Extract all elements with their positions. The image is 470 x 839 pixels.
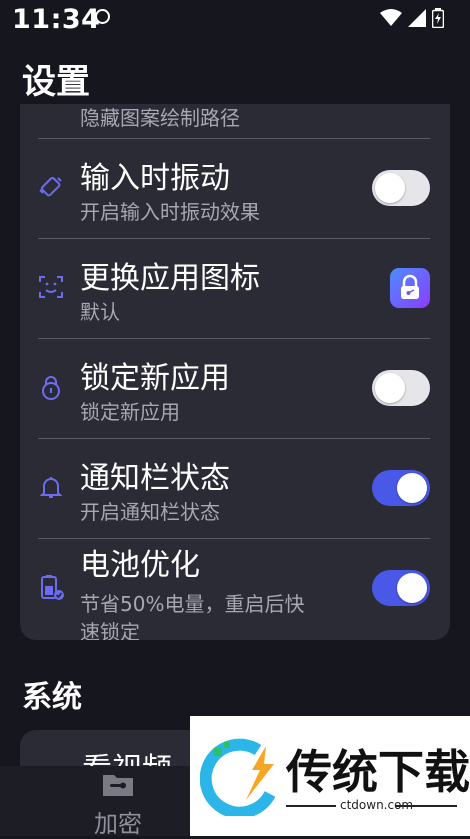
setting-title: 通知栏状态 xyxy=(80,461,230,496)
page-title: 设置 xyxy=(22,62,90,102)
lock-new-apps-toggle[interactable] xyxy=(372,370,430,406)
ctdown-logo-icon xyxy=(200,738,276,816)
settings-item-battery-optimization[interactable]: 电池优化 节省50%电量，重启后快 速锁定 xyxy=(38,538,430,640)
notification-status-toggle[interactable] xyxy=(372,470,430,506)
settings-card: 隐藏图案绘制路径 输入时振动 开启输入时振动效果 更换应用图标 默认 锁定新应用… xyxy=(20,104,450,640)
setting-subtitle: 开启通知栏状态 xyxy=(80,500,220,524)
divider xyxy=(38,238,430,239)
setting-subtitle: 锁定新应用 xyxy=(80,400,180,424)
nav-item-encrypt[interactable]: 加密 xyxy=(80,772,156,839)
settings-item-notification-status[interactable]: 通知栏状态 开启通知栏状态 xyxy=(38,438,430,538)
status-bar: 11:34 xyxy=(0,0,470,40)
divider xyxy=(38,538,430,539)
bell-icon xyxy=(39,477,63,498)
setting-subtitle: 隐藏图案绘制路径 xyxy=(80,106,240,130)
divider xyxy=(38,438,430,439)
setting-title: 更换应用图标 xyxy=(80,261,260,296)
toggle-knob xyxy=(375,373,405,403)
notification-dot-icon xyxy=(95,9,110,24)
watermark-rule xyxy=(395,805,457,807)
setting-subtitle: 默认 xyxy=(80,300,120,324)
face-scan-icon xyxy=(39,276,63,298)
padlock-icon xyxy=(401,274,419,299)
battery-icon xyxy=(41,575,64,600)
setting-subtitle-line1: 节省50%电量，重启后快 xyxy=(80,592,305,616)
setting-title: 输入时振动 xyxy=(80,161,230,196)
folder-lock-icon xyxy=(103,775,133,796)
toggle-knob xyxy=(397,473,427,503)
watermark-rule xyxy=(286,805,336,807)
toggle-knob xyxy=(397,573,427,603)
vibrate-toggle[interactable] xyxy=(372,170,430,206)
setting-title: 电池优化 xyxy=(80,548,200,583)
settings-item-vibrate-on-input[interactable]: 输入时振动 开启输入时振动效果 xyxy=(38,138,430,238)
vibration-icon xyxy=(39,176,62,197)
watermark-brand: 传统下载 xyxy=(286,745,470,799)
wifi-icon xyxy=(380,9,402,26)
section-title-system: 系统 xyxy=(22,680,82,715)
lock-icon xyxy=(42,376,60,400)
signal-icon xyxy=(408,9,426,27)
setting-title: 锁定新应用 xyxy=(80,361,230,396)
nav-label: 加密 xyxy=(94,810,142,838)
setting-subtitle-line2: 速锁定 xyxy=(80,620,140,640)
settings-item-hide-pattern-path[interactable]: 隐藏图案绘制路径 xyxy=(38,104,430,138)
status-icons xyxy=(380,8,444,28)
status-time: 11:34 xyxy=(12,4,101,35)
watermark: 传统下载 ctdown.com xyxy=(190,716,470,836)
app-lock-icon[interactable] xyxy=(390,268,430,308)
setting-subtitle: 开启输入时振动效果 xyxy=(80,200,260,224)
divider xyxy=(38,138,430,139)
divider xyxy=(38,338,430,339)
battery-status-icon xyxy=(432,8,444,28)
toggle-knob xyxy=(375,173,405,203)
battery-optimization-toggle[interactable] xyxy=(372,570,430,606)
settings-item-lock-new-apps[interactable]: 锁定新应用 锁定新应用 xyxy=(38,338,430,438)
settings-item-change-app-icon[interactable]: 更换应用图标 默认 xyxy=(38,238,430,338)
